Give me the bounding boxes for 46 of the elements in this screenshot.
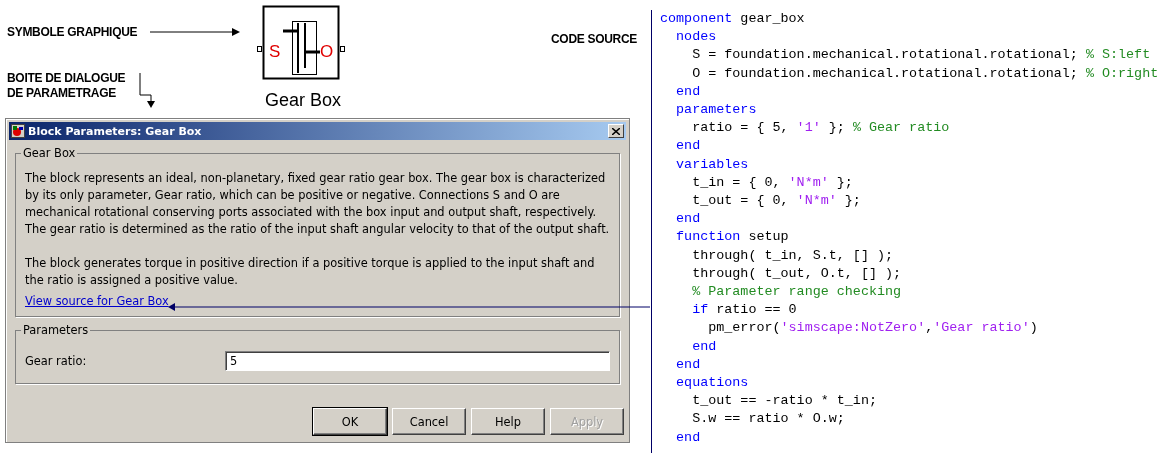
- code-line: if ratio == 0: [691, 301, 797, 320]
- pointer-arrow: [137, 73, 157, 109]
- code-line: end: [691, 337, 717, 356]
- close-icon: [612, 127, 620, 135]
- code-line: equations: [675, 374, 749, 393]
- code-line: t_in = { 0, 'N*m' };: [691, 173, 853, 192]
- gear-drawing: [283, 21, 320, 75]
- field-label: Gear ratio:: [25, 354, 88, 368]
- code-line: end: [675, 210, 701, 229]
- group-title: Parameters: [22, 323, 90, 337]
- code-line: S.w == ratio * O.w;: [691, 410, 845, 429]
- window-title: Block Parameters: Gear Box: [28, 124, 203, 138]
- code-line: S = foundation.mechanical.rotational.rotational; % S:left: [691, 46, 1151, 65]
- code-line: end: [675, 82, 701, 101]
- block-icon: [11, 124, 25, 138]
- gear-ratio-field[interactable]: 5: [225, 351, 610, 371]
- code-line: % Parameter range checking: [691, 283, 902, 302]
- group-title: Gear Box: [22, 146, 77, 160]
- description-text: The block represents an ideal, non-planetary, fixed gear ratio gear box. The gear box is characterized by its only parameter, Gear ratio, which can be positive or negative. Connections S and O are mechanical rotational conserving ports associated with the box input and output shaft, respectively. The gear ratio is determined as the ratio of the input shaft angular velocity to that of the output shaft.: [25, 170, 610, 238]
- block-name: Gear Box: [265, 90, 342, 111]
- dialog-button[interactable]: OK: [313, 408, 387, 435]
- code-line: through( t_out, O.t, [] );: [691, 264, 902, 283]
- code-line: O = foundation.mechanical.rotational.rotational; % O:right: [691, 64, 1159, 83]
- code-line: function setup: [675, 228, 789, 247]
- close-button[interactable]: [608, 124, 624, 138]
- code-line: component gear_box: [660, 10, 805, 28]
- code-line: t_out == -ratio * t_in;: [691, 392, 877, 411]
- description-text: The block generates torque in positive direction if a positive torque is applied to the input shaft and the ratio is assigned a positive value.: [25, 255, 596, 289]
- annotation-label: BOITE DE DIALOGUE DE PARAMETRAGE: [7, 71, 126, 101]
- code-line: t_out = { 0, 'N*m' };: [691, 192, 861, 211]
- code-line: ratio = { 5, '1' }; % Gear ratio: [691, 119, 950, 138]
- view-source-link[interactable]: View source for Gear Box: [25, 294, 169, 308]
- annotation-label: CODE SOURCE: [551, 32, 638, 47]
- dialog-button[interactable]: Help: [471, 408, 545, 435]
- code-line: end: [675, 137, 701, 156]
- code-line: nodes: [675, 28, 717, 47]
- port-label: O: [320, 42, 334, 61]
- code-line: through( t_in, S.t, [] );: [691, 246, 894, 265]
- annotation-label: SYMBOLE GRAPHIQUE: [7, 25, 138, 40]
- dialog-button[interactable]: Cancel: [392, 408, 466, 435]
- code-line: end: [675, 428, 701, 447]
- code-line: variables: [675, 155, 749, 174]
- code-line: parameters: [675, 101, 757, 119]
- code-line: end: [675, 355, 701, 374]
- port-label: S: [269, 42, 281, 61]
- code-line: pm_error('simscape:NotZero','Gear ratio'): [707, 319, 1038, 338]
